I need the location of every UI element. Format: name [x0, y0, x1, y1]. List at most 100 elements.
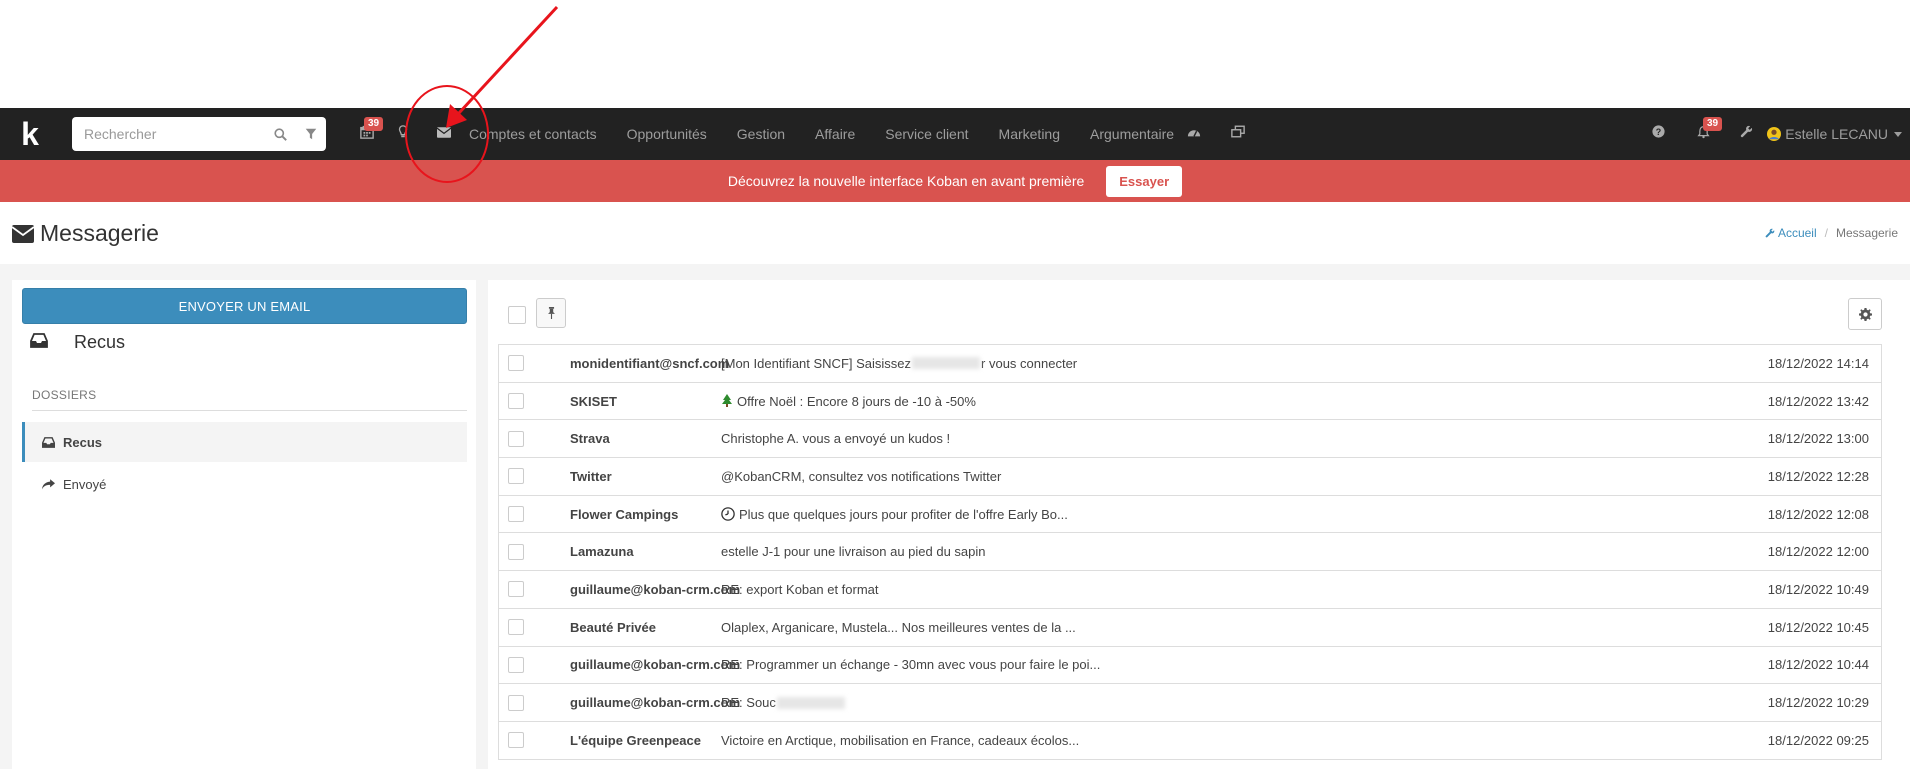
pin-button[interactable] [536, 298, 566, 328]
select-all-checkbox[interactable] [508, 306, 526, 324]
windows-button[interactable] [1228, 108, 1248, 160]
search-box [72, 117, 326, 151]
menu-service-client[interactable]: Service client [885, 126, 968, 142]
mail-sender: guillaume@koban-crm.com [570, 695, 741, 711]
settings-wrench-button[interactable] [1736, 108, 1756, 160]
mail-sender: Strava [570, 431, 610, 447]
row-checkbox[interactable] [508, 581, 524, 598]
mail-date: 18/12/2022 13:42 [1767, 393, 1869, 409]
mail-subject-text: Christophe A. vous a envoyé un kudos ! [721, 431, 951, 447]
mail-row[interactable]: L'équipe Greenpeace Victoire en Arctique,… [499, 722, 1881, 760]
row-checkbox[interactable] [508, 430, 524, 447]
redacted-text [776, 696, 845, 709]
mail-sender: SKISET [570, 393, 617, 409]
breadcrumb-current: Messagerie [1835, 226, 1898, 240]
mail-row[interactable]: guillaume@koban-crm.com RE: Souc 18/12/202… [499, 684, 1881, 722]
row-checkbox[interactable] [508, 694, 524, 711]
clock-icon [721, 507, 735, 521]
user-menu[interactable]: Estelle LECANU [1767, 108, 1902, 160]
breadcrumb: Accueil / Messagerie [1765, 226, 1898, 240]
row-checkbox[interactable] [508, 732, 524, 749]
mail-subject: RE: Souc [721, 695, 846, 710]
user-avatar-icon [1767, 127, 1782, 141]
folder-recus[interactable]: Recus [22, 422, 467, 462]
top-margin [0, 0, 1910, 108]
notifications-button[interactable]: 39 [1692, 108, 1723, 160]
mail-row[interactable]: Flower Campings Plus que quelques jours p… [499, 496, 1881, 534]
row-checkbox[interactable] [508, 355, 524, 372]
search-input[interactable] [72, 117, 265, 151]
calendar-badge: 39 [364, 117, 384, 131]
menu-argumentaire[interactable]: Argumentaire [1090, 126, 1174, 142]
koban-logo[interactable]: k [4, 108, 56, 160]
try-button[interactable]: Essayer [1106, 165, 1183, 197]
menu-opportunites[interactable]: Opportunités [627, 126, 707, 142]
christmas-tree-icon [721, 394, 733, 408]
mail-subject: Victoire en Arctique, mobilisation en Fr… [721, 733, 1079, 748]
mail-row[interactable]: monidentifiant@sncf.com [Mon Identifiant … [499, 345, 1881, 383]
mail-row[interactable]: Twitter @KobanCRM, consultez vos notifica… [499, 458, 1881, 496]
settings-button[interactable] [1848, 298, 1882, 330]
mail-subject-text: estelle J-1 pour une livraison au pied d… [721, 544, 986, 560]
mail-date: 18/12/2022 10:29 [1767, 695, 1869, 711]
mail-table: monidentifiant@sncf.com [Mon Identifiant … [498, 344, 1882, 760]
mail-subject: RE: Programmer un échange - 30mn avec vo… [721, 657, 1100, 672]
menu-affaire[interactable]: Affaire [815, 126, 855, 142]
mail-row[interactable]: guillaume@koban-crm.com RE: Programmer un… [499, 647, 1881, 685]
messaging-button[interactable] [432, 108, 456, 160]
row-checkbox[interactable] [508, 393, 524, 410]
row-checkbox[interactable] [508, 656, 524, 673]
mail-date: 18/12/2022 13:00 [1767, 431, 1869, 447]
menu-marketing[interactable]: Marketing [999, 126, 1060, 142]
redacted-text [912, 357, 981, 370]
ideas-button[interactable] [393, 108, 413, 160]
question-circle-icon: ? [1651, 125, 1665, 143]
mail-sender: Twitter [570, 468, 612, 484]
search-icon[interactable] [265, 117, 296, 151]
folder-envoye[interactable]: Envoyé [22, 464, 467, 504]
windows-icon [1231, 125, 1245, 143]
mail-date: 18/12/2022 09:25 [1767, 732, 1869, 748]
mail-subject: @KobanCRM, consultez vos notifications T… [721, 469, 1001, 484]
mail-row[interactable]: SKISET Offre Noël : Encore 8 jours de -10… [499, 383, 1881, 421]
mail-row[interactable]: guillaume@koban-crm.com RE: export Koban … [499, 571, 1881, 609]
help-button[interactable]: ? [1648, 108, 1668, 160]
inbox-icon [30, 332, 52, 353]
dashboard-icon [1187, 125, 1201, 143]
mail-subject-text: RE: export Koban et format [721, 581, 879, 597]
mail-subject: Olaplex, Arganicare, Mustela... Nos meil… [721, 620, 1076, 635]
mail-subject-text: RE: Souc [721, 695, 776, 711]
banner-text: Découvrez la nouvelle interface Koban en… [727, 173, 1085, 189]
mail-date: 18/12/2022 12:08 [1767, 506, 1869, 522]
mail-sender: Lamazuna [570, 544, 634, 560]
mail-subject: Offre Noël : Encore 8 jours de -10 à -50… [721, 394, 976, 409]
row-checkbox[interactable] [508, 468, 524, 485]
svg-text:?: ? [1655, 127, 1660, 137]
mail-subject: Christophe A. vous a envoyé un kudos ! [721, 431, 950, 446]
envelope-icon [436, 125, 452, 143]
mail-row[interactable]: Beauté Privée Olaplex, Arganicare, Mustel… [499, 609, 1881, 647]
folder-label: Recus [63, 434, 103, 450]
pin-icon [547, 307, 556, 319]
main-menu: Comptes et contacts Opportunités Gestion… [469, 108, 1204, 160]
mail-row[interactable]: Lamazuna estelle J-1 pour une livraison a… [499, 533, 1881, 572]
wrench-icon [1765, 228, 1775, 238]
gear-icon [1858, 307, 1872, 321]
dashboard-button[interactable] [1184, 108, 1204, 160]
notifications-badge: 39 [1703, 117, 1723, 131]
row-checkbox[interactable] [508, 506, 524, 523]
row-checkbox[interactable] [508, 619, 524, 636]
user-name: Estelle LECANU [1785, 126, 1888, 142]
mail-row[interactable]: Strava Christophe A. vous a envoyé un kud… [499, 420, 1881, 459]
filter-icon[interactable] [296, 117, 327, 151]
menu-gestion[interactable]: Gestion [737, 126, 785, 142]
mail-sender: Flower Campings [570, 506, 679, 522]
send-email-button[interactable]: ENVOYER UN EMAIL [22, 288, 467, 324]
breadcrumb-home[interactable]: Accueil [1778, 226, 1817, 240]
mail-subject-text: Victoire en Arctique, mobilisation en Fr… [721, 732, 1080, 748]
breadcrumb-separator: / [1824, 226, 1828, 240]
row-checkbox[interactable] [508, 543, 524, 560]
menu-comptes-contacts[interactable]: Comptes et contacts [469, 126, 597, 142]
calendar-button[interactable]: 39 [352, 108, 384, 160]
mail-sender: guillaume@koban-crm.com [570, 657, 741, 673]
